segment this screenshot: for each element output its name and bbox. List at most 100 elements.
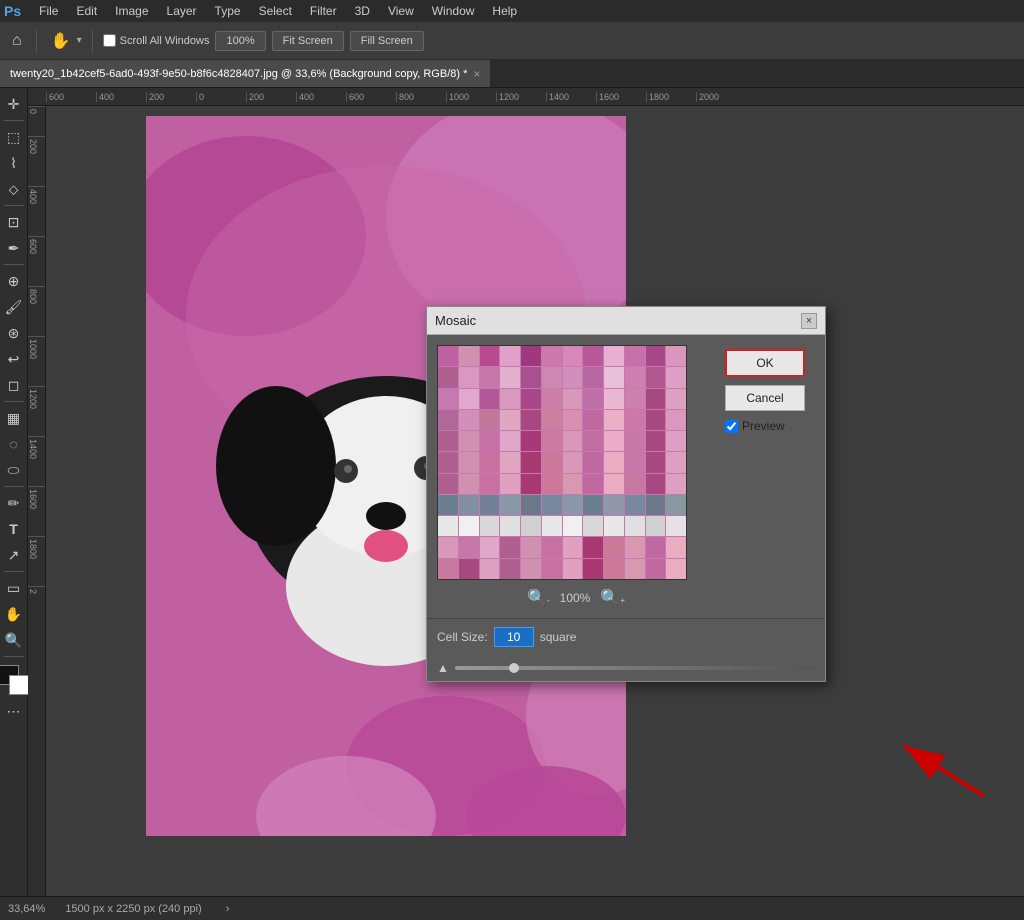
ruler-v-400: 400: [28, 186, 45, 236]
mosaic-cell: [500, 452, 520, 472]
mosaic-cell: [646, 410, 666, 430]
ruler-mark-1800: 1800: [646, 92, 696, 102]
marquee-tool[interactable]: ⬚: [2, 125, 26, 149]
preview-checkbox-label[interactable]: Preview: [725, 419, 815, 433]
zoom-out-btn[interactable]: 🔍-: [527, 588, 550, 608]
eraser-tool[interactable]: ◻: [2, 373, 26, 397]
mosaic-cell: [500, 410, 520, 430]
brush-tool[interactable]: 🖌: [2, 295, 26, 319]
mosaic-cell: [646, 367, 666, 387]
dialog-close-button[interactable]: ×: [801, 313, 817, 329]
slider-row: ▲: [427, 655, 825, 681]
mosaic-cell: [480, 516, 500, 536]
crop-tool[interactable]: ⊡: [2, 210, 26, 234]
menu-view[interactable]: View: [380, 2, 422, 20]
menu-3d[interactable]: 3D: [347, 2, 378, 20]
mosaic-cell: [563, 431, 583, 451]
mosaic-cell: [521, 389, 541, 409]
menu-window[interactable]: Window: [424, 2, 483, 20]
scroll-all-label[interactable]: Scroll All Windows: [103, 34, 210, 47]
slider-thumb[interactable]: [509, 663, 519, 673]
menu-help[interactable]: Help: [484, 2, 525, 20]
hand-tool-icon[interactable]: ✋: [47, 29, 75, 53]
path-tool[interactable]: ↗: [2, 543, 26, 567]
lasso-tool[interactable]: ⌇: [2, 151, 26, 175]
menu-image[interactable]: Image: [107, 2, 156, 20]
mosaic-cell: [480, 559, 500, 579]
preview-label: Preview: [742, 419, 785, 433]
scroll-all-checkbox[interactable]: [103, 34, 116, 47]
home-icon[interactable]: ⌂: [8, 30, 26, 52]
ruler-top-marks: 600 400 200 0 200 400 600 800 1000 1200 …: [46, 92, 746, 102]
mosaic-cell: [563, 474, 583, 494]
dialog-body: 🔍- 100% 🔍+ OK Cancel Preview: [427, 335, 825, 618]
mosaic-cell: [646, 452, 666, 472]
cell-size-row: Cell Size: square: [427, 618, 825, 655]
mosaic-cell: [542, 495, 562, 515]
left-toolbar: ✛ ⬚ ⌇ ⬦ ⊡ ✒ ⊕ 🖌 ⊛ ↩ ◻ ▦ ◌ ⬭ ✏ T ↗ ▭ ✋ 🔍 …: [0, 88, 28, 896]
zoom-percent: 100%: [560, 591, 591, 605]
menu-layer[interactable]: Layer: [159, 2, 205, 20]
cell-size-slider[interactable]: [455, 666, 815, 670]
menu-edit[interactable]: Edit: [68, 2, 105, 20]
mosaic-cell: [438, 431, 458, 451]
cancel-button[interactable]: Cancel: [725, 385, 805, 411]
color-picker[interactable]: [0, 665, 29, 697]
gradient-tool[interactable]: ▦: [2, 406, 26, 430]
ruler-v-200: 200: [28, 136, 45, 186]
fill-screen-btn[interactable]: Fill Screen: [350, 31, 424, 51]
cell-size-input[interactable]: [494, 627, 534, 647]
ruler-v-1000: 1000: [28, 336, 45, 386]
move-tool[interactable]: ✛: [2, 92, 26, 116]
dialog-right-panel: OK Cancel Preview: [725, 345, 815, 608]
extra-tool[interactable]: ⋯: [2, 699, 26, 723]
ruler-v-800: 800: [28, 286, 45, 336]
hand-dropdown-arrow[interactable]: ▾: [77, 35, 82, 46]
menu-filter[interactable]: Filter: [302, 2, 345, 20]
more-arrow[interactable]: ›: [226, 903, 230, 915]
eyedropper-tool[interactable]: ✒: [2, 236, 26, 260]
zoom-in-btn[interactable]: 🔍+: [600, 588, 625, 608]
mosaic-cell: [625, 537, 645, 557]
tab-close-btn[interactable]: ×: [473, 67, 480, 81]
mosaic-cell: [480, 474, 500, 494]
mosaic-cell: [646, 474, 666, 494]
mosaic-cell: [646, 537, 666, 557]
mosaic-cell: [542, 537, 562, 557]
hand-tool[interactable]: ✋: [2, 602, 26, 626]
fit-screen-btn[interactable]: Fit Screen: [272, 31, 344, 51]
mosaic-cell: [459, 410, 479, 430]
document-tab[interactable]: twenty20_1b42cef5-6ad0-493f-9e50-b8f6c48…: [0, 60, 491, 87]
mosaic-cell: [583, 495, 603, 515]
menu-type[interactable]: Type: [207, 2, 249, 20]
menu-file[interactable]: File: [31, 2, 66, 20]
mosaic-cell: [646, 516, 666, 536]
zoom-tool[interactable]: 🔍: [2, 628, 26, 652]
mosaic-cell: [459, 559, 479, 579]
background-color[interactable]: [9, 675, 29, 695]
shape-tool[interactable]: ▭: [2, 576, 26, 600]
text-tool[interactable]: T: [2, 517, 26, 541]
history-brush[interactable]: ↩: [2, 347, 26, 371]
mosaic-cell: [521, 410, 541, 430]
dodge-tool[interactable]: ⬭: [2, 458, 26, 482]
mosaic-cell: [480, 452, 500, 472]
ruler-top: 600 400 200 0 200 400 600 800 1000 1200 …: [28, 88, 1024, 106]
healing-tool[interactable]: ⊕: [2, 269, 26, 293]
menu-select[interactable]: Select: [251, 2, 300, 20]
clone-tool[interactable]: ⊛: [2, 321, 26, 345]
mosaic-cell: [563, 346, 583, 366]
mosaic-cell: [646, 389, 666, 409]
blur-tool[interactable]: ◌: [2, 432, 26, 456]
mosaic-cell: [500, 537, 520, 557]
pen-tool[interactable]: ✏: [2, 491, 26, 515]
slider-triangle-icon: ▲: [437, 661, 449, 675]
mosaic-cell: [500, 389, 520, 409]
ruler-mark-600: 600: [346, 92, 396, 102]
ruler-mark-1400: 1400: [546, 92, 596, 102]
ok-button[interactable]: OK: [725, 349, 805, 377]
zoom-level-btn[interactable]: 100%: [215, 31, 265, 51]
mosaic-cell: [480, 495, 500, 515]
preview-checkbox[interactable]: [725, 420, 738, 433]
magic-wand-tool[interactable]: ⬦: [2, 177, 26, 201]
